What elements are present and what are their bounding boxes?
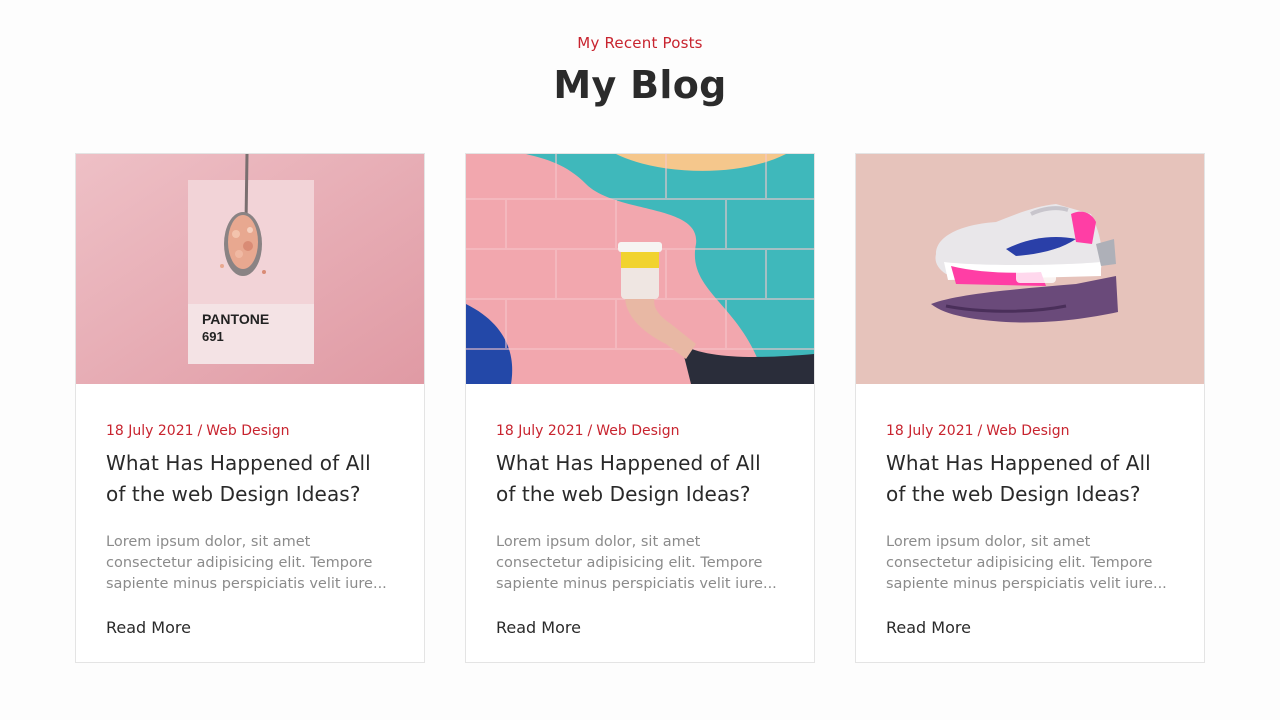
section-title: My Blog xyxy=(553,63,727,107)
read-more-link[interactable]: Read More xyxy=(106,617,191,639)
pantone-number: 691 xyxy=(202,329,224,344)
post-category[interactable]: Web Design xyxy=(596,423,679,439)
meta-separator: / xyxy=(977,423,983,439)
section-kicker: My Recent Posts xyxy=(577,34,703,52)
post-title[interactable]: What Has Happened of All of the web Desi… xyxy=(886,448,1174,510)
post-thumbnail[interactable]: PANTONE 691 xyxy=(76,154,424,384)
post-category[interactable]: Web Design xyxy=(986,423,1069,439)
blog-section-header: My Recent Posts My Blog xyxy=(0,0,1280,109)
post-excerpt: Lorem ipsum dolor, sit amet consectetur … xyxy=(496,534,777,592)
post-title[interactable]: What Has Happened of All of the web Desi… xyxy=(106,448,394,510)
blog-card-grid: PANTONE 691 18 July 2021/Web Design What… xyxy=(75,153,1205,663)
pantone-spoon-image: PANTONE 691 xyxy=(76,154,424,384)
blog-card: PANTONE 691 18 July 2021/Web Design What… xyxy=(75,153,425,663)
post-excerpt: Lorem ipsum dolor, sit amet consectetur … xyxy=(106,534,387,592)
post-meta: 18 July 2021/Web Design xyxy=(496,422,784,440)
post-category[interactable]: Web Design xyxy=(206,423,289,439)
post-date: 18 July 2021 xyxy=(886,423,974,439)
blog-card: 18 July 2021/Web Design What Has Happene… xyxy=(465,153,815,663)
meta-separator: / xyxy=(197,423,203,439)
post-meta: 18 July 2021/Web Design xyxy=(886,422,1174,440)
read-more-link[interactable]: Read More xyxy=(886,617,971,639)
post-date: 18 July 2021 xyxy=(496,423,584,439)
post-thumbnail[interactable] xyxy=(466,154,814,384)
read-more-link[interactable]: Read More xyxy=(496,617,581,639)
post-title[interactable]: What Has Happened of All of the web Desi… xyxy=(496,448,784,510)
post-excerpt: Lorem ipsum dolor, sit amet consectetur … xyxy=(886,534,1167,592)
post-date: 18 July 2021 xyxy=(106,423,194,439)
pantone-label: PANTONE xyxy=(202,311,269,327)
post-thumbnail[interactable] xyxy=(856,154,1204,384)
coffee-cup-wall-image xyxy=(466,154,814,384)
post-meta: 18 July 2021/Web Design xyxy=(106,422,394,440)
meta-separator: / xyxy=(587,423,593,439)
sneaker-hand-image xyxy=(856,154,1204,384)
blog-card: 18 July 2021/Web Design What Has Happene… xyxy=(855,153,1205,663)
